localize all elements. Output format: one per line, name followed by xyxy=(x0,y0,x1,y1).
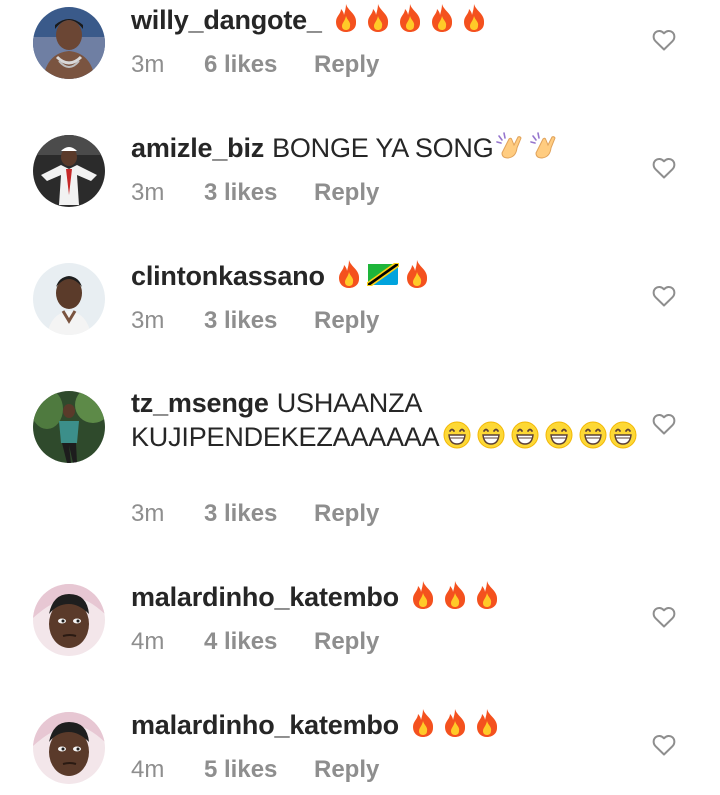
reply-button[interactable]: Reply xyxy=(314,178,379,208)
likes-count[interactable]: 6 likes xyxy=(204,50,277,80)
avatar[interactable] xyxy=(33,135,105,207)
fire-emoji xyxy=(332,3,360,33)
like-heart-icon[interactable] xyxy=(652,29,676,51)
like-heart-icon[interactable] xyxy=(652,285,676,307)
reply-button[interactable]: Reply xyxy=(314,306,379,336)
fire-emoji xyxy=(409,708,437,738)
like-heart-icon[interactable] xyxy=(652,157,676,179)
fire-emoji xyxy=(441,580,469,610)
comment-time: 3m xyxy=(131,51,165,78)
avatar[interactable] xyxy=(33,584,105,656)
grinning-emoji xyxy=(608,420,638,450)
fire-emoji xyxy=(473,580,501,610)
comment-time: 3m xyxy=(131,307,165,334)
fire-emoji xyxy=(409,580,437,610)
tanzania-flag-emoji xyxy=(366,259,399,289)
like-heart-icon[interactable] xyxy=(652,606,676,628)
comment-username[interactable]: amizle_biz xyxy=(131,133,264,163)
reply-button[interactable]: Reply xyxy=(314,499,379,529)
fire-emoji xyxy=(473,708,501,738)
comment-username[interactable]: malardinho_katembo xyxy=(131,710,399,740)
fire-emoji xyxy=(364,3,392,33)
reply-button[interactable]: Reply xyxy=(314,50,379,80)
fire-emoji xyxy=(396,3,424,33)
comment-username[interactable]: willy_dangote_ xyxy=(131,5,322,35)
fire-emoji xyxy=(428,3,456,33)
comment-username[interactable]: malardinho_katembo xyxy=(131,582,399,612)
comment-time: 4m xyxy=(131,756,165,783)
grinning-emoji xyxy=(510,420,540,450)
grinning-emoji xyxy=(544,420,574,450)
comment-time: 3m xyxy=(131,500,165,527)
fire-emoji xyxy=(441,708,469,738)
avatar[interactable] xyxy=(33,263,105,335)
comment-time: 3m xyxy=(131,179,165,206)
grinning-emoji xyxy=(442,420,472,450)
reply-button[interactable]: Reply xyxy=(314,627,379,657)
clapping-hands-emoji xyxy=(495,131,526,161)
comment-time: 4m xyxy=(131,628,165,655)
likes-count[interactable]: 3 likes xyxy=(204,306,277,336)
comment-text: BONGE YA SONG xyxy=(272,133,494,163)
avatar[interactable] xyxy=(33,712,105,784)
likes-count[interactable]: 3 likes xyxy=(204,178,277,208)
avatar[interactable] xyxy=(33,7,105,79)
fire-emoji xyxy=(335,259,363,289)
likes-count[interactable]: 3 likes xyxy=(204,499,277,529)
like-heart-icon[interactable] xyxy=(652,413,676,435)
likes-count[interactable]: 4 likes xyxy=(204,627,277,657)
reply-button[interactable]: Reply xyxy=(314,755,379,785)
grinning-emoji xyxy=(476,420,506,450)
comment-username[interactable]: clintonkassano xyxy=(131,261,325,291)
fire-emoji xyxy=(403,259,431,289)
fire-emoji xyxy=(460,3,488,33)
clapping-hands-emoji xyxy=(529,131,560,161)
avatar[interactable] xyxy=(33,391,105,463)
comment-username[interactable]: tz_msenge xyxy=(131,388,269,418)
like-heart-icon[interactable] xyxy=(652,734,676,756)
likes-count[interactable]: 5 likes xyxy=(204,755,277,785)
grinning-emoji xyxy=(578,420,608,450)
